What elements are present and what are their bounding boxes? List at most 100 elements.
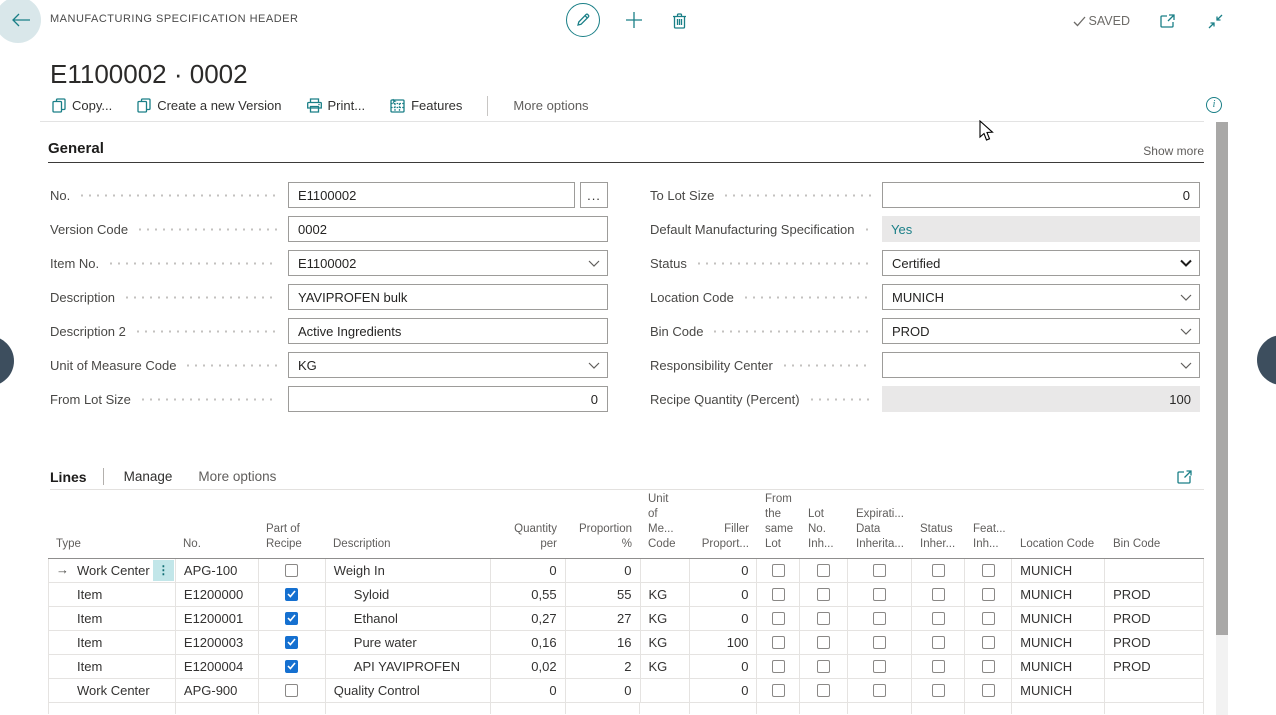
cell-location-code[interactable]: MUNICH xyxy=(1012,631,1105,654)
to-lot-size-field[interactable]: 0 xyxy=(882,182,1200,208)
cell-bin-code[interactable]: PROD xyxy=(1105,583,1204,606)
cell-empty[interactable] xyxy=(965,703,1012,714)
cell-feat-inh[interactable] xyxy=(965,655,1012,678)
cell-lot-no-inh[interactable] xyxy=(800,559,848,582)
checkbox-unchecked[interactable] xyxy=(932,612,945,625)
cell-proportion[interactable]: 55 xyxy=(566,583,641,606)
cell-exp-data-inh[interactable] xyxy=(848,559,912,582)
cell-proportion[interactable]: 0 xyxy=(566,679,641,702)
cell-type[interactable]: Item xyxy=(49,655,176,678)
table-row[interactable]: →Work Center⋮APG-100Weigh In000MUNICH xyxy=(48,559,1204,583)
cell-uom-code[interactable] xyxy=(641,679,691,702)
cell-feat-inh[interactable] xyxy=(965,559,1012,582)
cell-lot-no-inh[interactable] xyxy=(800,655,848,678)
no-field[interactable]: E1100002 xyxy=(288,182,575,208)
cell-uom-code[interactable]: KG xyxy=(641,583,691,606)
column-header-part-of-recipe[interactable]: Part of Recipe xyxy=(258,522,325,558)
cell-empty[interactable] xyxy=(848,703,912,714)
lines-tab[interactable]: Lines xyxy=(50,469,103,485)
back-button[interactable] xyxy=(0,0,41,43)
cell-filler-proportion[interactable]: 0 xyxy=(690,679,757,702)
row-menu-button[interactable]: ⋮ xyxy=(153,560,174,581)
cell-empty[interactable] xyxy=(49,703,176,714)
column-header-type[interactable]: Type xyxy=(48,537,175,558)
cell-quantity-per[interactable]: 0,27 xyxy=(491,607,566,630)
checkbox-unchecked[interactable] xyxy=(817,636,830,649)
checkbox-unchecked[interactable] xyxy=(817,564,830,577)
checkbox-unchecked[interactable] xyxy=(772,684,785,697)
cell-no[interactable]: E1200001 xyxy=(176,607,259,630)
checkbox-unchecked[interactable] xyxy=(873,684,886,697)
checkbox-unchecked[interactable] xyxy=(817,588,830,601)
cell-filler-proportion[interactable]: 0 xyxy=(690,607,757,630)
column-header-status-inh[interactable]: Status Inher... xyxy=(912,522,965,558)
checkbox-unchecked[interactable] xyxy=(982,636,995,649)
cell-filler-proportion[interactable]: 0 xyxy=(690,655,757,678)
cell-bin-code[interactable] xyxy=(1105,679,1204,702)
cell-bin-code[interactable]: PROD xyxy=(1105,655,1204,678)
cell-feat-inh[interactable] xyxy=(965,679,1012,702)
checkbox-unchecked[interactable] xyxy=(932,636,945,649)
cell-description[interactable]: API YAVIPROFEN xyxy=(326,655,491,678)
description-2-field[interactable]: Active Ingredients xyxy=(288,318,608,344)
table-row[interactable]: ItemE1200004API YAVIPROFEN0,022KG0MUNICH… xyxy=(48,655,1204,679)
unit-of-measure-code-field[interactable]: KG xyxy=(288,352,608,378)
cell-location-code[interactable]: MUNICH xyxy=(1012,655,1105,678)
ribbon-more-options[interactable]: More options xyxy=(513,98,588,113)
cell-location-code[interactable]: MUNICH xyxy=(1012,559,1105,582)
cell-exp-data-inh[interactable] xyxy=(848,607,912,630)
cell-exp-data-inh[interactable] xyxy=(848,655,912,678)
checkbox-unchecked[interactable] xyxy=(873,588,886,601)
cell-proportion[interactable]: 16 xyxy=(566,631,641,654)
cell-lot-no-inh[interactable] xyxy=(800,607,848,630)
ribbon-action-print[interactable]: Print... xyxy=(307,98,366,113)
status-field[interactable]: Certified xyxy=(882,250,1200,276)
cell-empty[interactable] xyxy=(259,703,326,714)
cell-proportion[interactable]: 2 xyxy=(566,655,641,678)
cell-type[interactable]: →Work Center⋮ xyxy=(49,559,176,582)
checkbox-unchecked[interactable] xyxy=(932,564,945,577)
cell-status-inh[interactable] xyxy=(912,655,965,678)
lines-manage-menu[interactable]: Manage xyxy=(124,469,173,484)
from-lot-size-field[interactable]: 0 xyxy=(288,386,608,412)
column-header-filler-proportion[interactable]: Filler Proport... xyxy=(690,522,757,558)
edit-button[interactable] xyxy=(566,3,600,37)
checkbox-unchecked[interactable] xyxy=(772,612,785,625)
cell-description[interactable]: Quality Control xyxy=(326,679,491,702)
column-header-uom-code[interactable]: Unit of Me... Code xyxy=(640,492,690,558)
item-no-field[interactable]: E1100002 xyxy=(288,250,608,276)
ribbon-action-create-a-new-version[interactable]: Create a new Version xyxy=(137,98,281,113)
cell-no[interactable]: E1200004 xyxy=(176,655,259,678)
checkbox-unchecked[interactable] xyxy=(873,660,886,673)
cell-description[interactable]: Pure water xyxy=(326,631,491,654)
column-header-feat-inh[interactable]: Feat... Inh... xyxy=(965,522,1012,558)
checkbox-unchecked[interactable] xyxy=(772,564,785,577)
cell-location-code[interactable]: MUNICH xyxy=(1012,583,1105,606)
checkbox-unchecked[interactable] xyxy=(932,588,945,601)
column-header-lot-no-inh[interactable]: Lot No. Inh... xyxy=(800,507,848,558)
cell-part-of-recipe[interactable] xyxy=(259,679,326,702)
carousel-next-overlay[interactable] xyxy=(1257,335,1276,385)
info-icon[interactable]: i xyxy=(1206,97,1222,113)
cell-empty[interactable] xyxy=(326,703,491,714)
cell-empty[interactable] xyxy=(491,703,566,714)
checkbox-unchecked[interactable] xyxy=(772,636,785,649)
column-header-proportion[interactable]: Proportion % xyxy=(565,522,640,558)
cell-empty[interactable] xyxy=(566,703,641,714)
cell-quantity-per[interactable]: 0 xyxy=(491,559,566,582)
cell-description[interactable]: Weigh In xyxy=(326,559,491,582)
cell-empty[interactable] xyxy=(690,703,757,714)
table-row[interactable]: Work CenterAPG-900Quality Control000MUNI… xyxy=(48,679,1204,703)
ribbon-action-features[interactable]: Features xyxy=(390,98,462,113)
cell-exp-data-inh[interactable] xyxy=(848,679,912,702)
cell-proportion[interactable]: 0 xyxy=(566,559,641,582)
cell-type[interactable]: Item xyxy=(49,631,176,654)
checkbox-unchecked[interactable] xyxy=(772,588,785,601)
column-header-bin-code[interactable]: Bin Code xyxy=(1105,537,1204,558)
scrollbar-thumb[interactable] xyxy=(1216,122,1228,635)
column-header-no[interactable]: No. xyxy=(175,537,258,558)
open-in-new-window-button[interactable] xyxy=(1156,10,1178,32)
checkbox-checked[interactable] xyxy=(285,612,298,625)
location-code-field[interactable]: MUNICH xyxy=(882,284,1200,310)
cell-uom-code[interactable]: KG xyxy=(641,655,691,678)
